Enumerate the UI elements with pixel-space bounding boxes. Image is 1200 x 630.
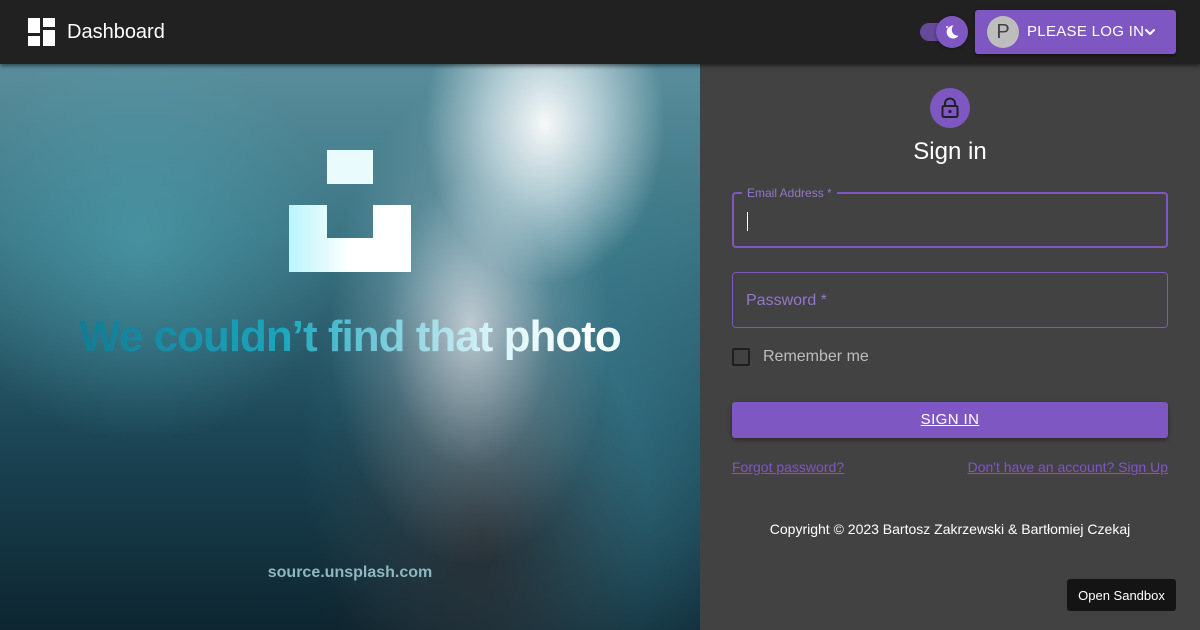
checkbox-icon[interactable] [732, 348, 750, 366]
photo-error-message: We couldn’t find that photo [0, 312, 700, 362]
signup-link[interactable]: Don't have an account? Sign Up [968, 459, 1168, 475]
password-input[interactable] [733, 273, 1167, 327]
email-input[interactable] [734, 194, 1166, 246]
password-field[interactable]: Password * [732, 272, 1168, 328]
avatar: P [987, 16, 1019, 48]
photo-source-text: source.unsplash.com [267, 564, 433, 581]
remember-me-checkbox[interactable]: Remember me [732, 346, 869, 368]
theme-toggle[interactable] [920, 16, 968, 48]
chevron-down-icon [1145, 29, 1155, 35]
lock-avatar [930, 88, 970, 128]
signin-button[interactable]: SIGN IN [732, 402, 1168, 438]
copyright-text: Copyright © 2023 Bartosz Zakrzewski & Ba… [769, 521, 1131, 537]
background-photo: We couldn’t find that photo source.unspl… [0, 64, 700, 630]
text-caret [747, 212, 748, 231]
user-menu-button[interactable]: P PLEASE LOG IN [975, 10, 1176, 54]
email-field[interactable]: Email Address * [732, 186, 1168, 248]
dashboard-icon[interactable] [28, 18, 55, 46]
forgot-password-link[interactable]: Forgot password? [732, 459, 844, 475]
unsplash-logo [289, 150, 411, 272]
app-title[interactable]: Dashboard [67, 20, 165, 44]
app-bar: Dashboard P PLEASE LOG IN [0, 0, 1200, 64]
user-menu-label: PLEASE LOG IN [1027, 23, 1145, 40]
remember-me-label[interactable]: Remember me [763, 348, 869, 366]
moon-icon [946, 25, 959, 39]
signin-title: Sign in [913, 138, 987, 165]
open-sandbox-button[interactable]: Open Sandbox [1067, 579, 1176, 611]
theme-toggle-thumb[interactable] [936, 16, 968, 48]
lock-icon [941, 97, 959, 118]
signin-form: Sign in Email Address * Password * Remem… [700, 64, 1200, 630]
